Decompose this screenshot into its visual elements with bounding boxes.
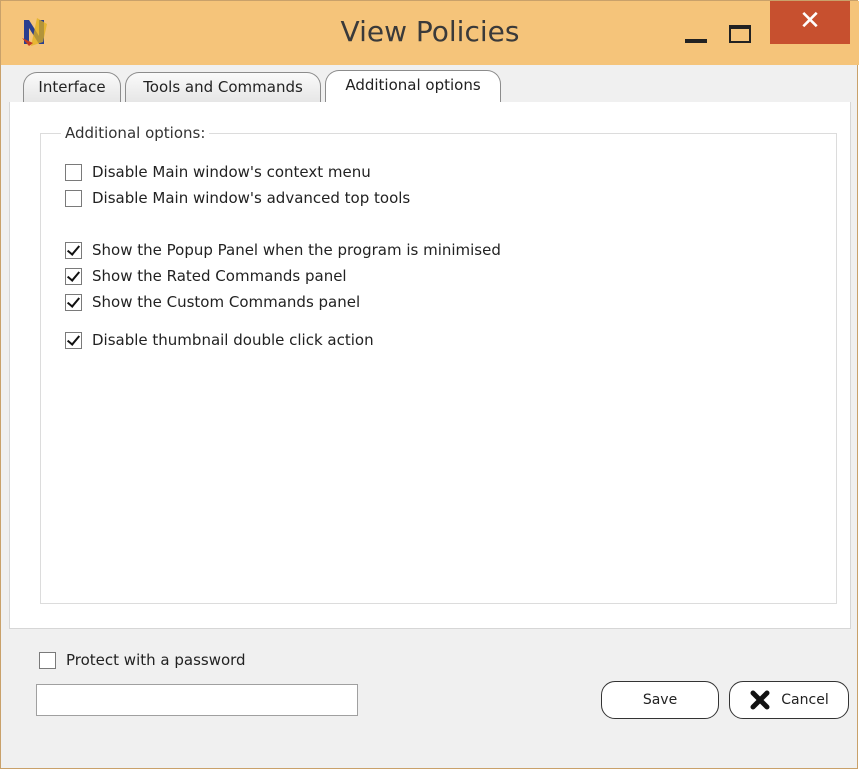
save-button[interactable]: Save [601, 681, 719, 719]
disable-context-menu-checkbox[interactable] [65, 163, 82, 181]
option-row[interactable]: Disable thumbnail double click action [65, 330, 374, 350]
cancel-button[interactable]: Cancel [729, 681, 849, 719]
option-label: Disable Main window's context menu [92, 163, 371, 181]
minimize-button[interactable] [673, 5, 717, 49]
option-label: Show the Popup Panel when the program is… [92, 241, 501, 259]
option-row[interactable]: Disable Main window's context menu [65, 162, 371, 182]
password-input[interactable] [36, 684, 358, 716]
tab-strip: Interface Tools and Commands Additional … [1, 65, 859, 105]
title-bar[interactable]: View Policies ✕ [1, 1, 859, 65]
close-icon: ✕ [799, 6, 821, 36]
maximize-icon [729, 25, 751, 43]
option-label: Disable thumbnail double click action [92, 331, 374, 349]
password-label: Protect with a password [66, 651, 246, 669]
maximize-button[interactable] [719, 5, 763, 49]
disable-thumbnail-double-click-checkbox[interactable] [65, 331, 82, 349]
tab-label: Interface [38, 78, 106, 96]
disable-advanced-top-tools-checkbox[interactable] [65, 189, 82, 207]
additional-options-group: Additional options: Disable Main window'… [40, 124, 837, 604]
tab-interface[interactable]: Interface [23, 72, 121, 102]
option-row[interactable]: Show the Rated Commands panel [65, 266, 347, 286]
option-label: Show the Rated Commands panel [92, 267, 347, 285]
protect-with-password-checkbox[interactable] [39, 651, 56, 669]
minimize-icon [685, 39, 707, 43]
cancel-label: Cancel [781, 692, 829, 708]
option-label: Show the Custom Commands panel [92, 293, 361, 311]
tab-additional-options[interactable]: Additional options [325, 70, 501, 103]
tab-label: Tools and Commands [143, 78, 303, 96]
close-button[interactable]: ✕ [770, 1, 850, 44]
option-row[interactable]: Show the Popup Panel when the program is… [65, 240, 501, 260]
option-row[interactable]: Show the Custom Commands panel [65, 292, 360, 312]
tab-content-panel: Additional options: Disable Main window'… [9, 102, 851, 629]
show-rated-commands-checkbox[interactable] [65, 267, 82, 285]
group-legend: Additional options: [61, 124, 210, 142]
tab-tools-and-commands[interactable]: Tools and Commands [125, 72, 321, 102]
tab-label: Additional options [345, 76, 481, 94]
show-custom-commands-checkbox[interactable] [65, 293, 82, 311]
cancel-x-icon [750, 690, 770, 710]
show-popup-panel-checkbox[interactable] [65, 241, 82, 259]
save-label: Save [642, 692, 678, 708]
view-policies-window: View Policies ✕ Interface Tools and Comm… [0, 0, 859, 769]
password-row[interactable]: Protect with a password [39, 650, 246, 670]
option-row[interactable]: Disable Main window's advanced top tools [65, 188, 410, 208]
option-label: Disable Main window's advanced top tools [92, 189, 411, 207]
